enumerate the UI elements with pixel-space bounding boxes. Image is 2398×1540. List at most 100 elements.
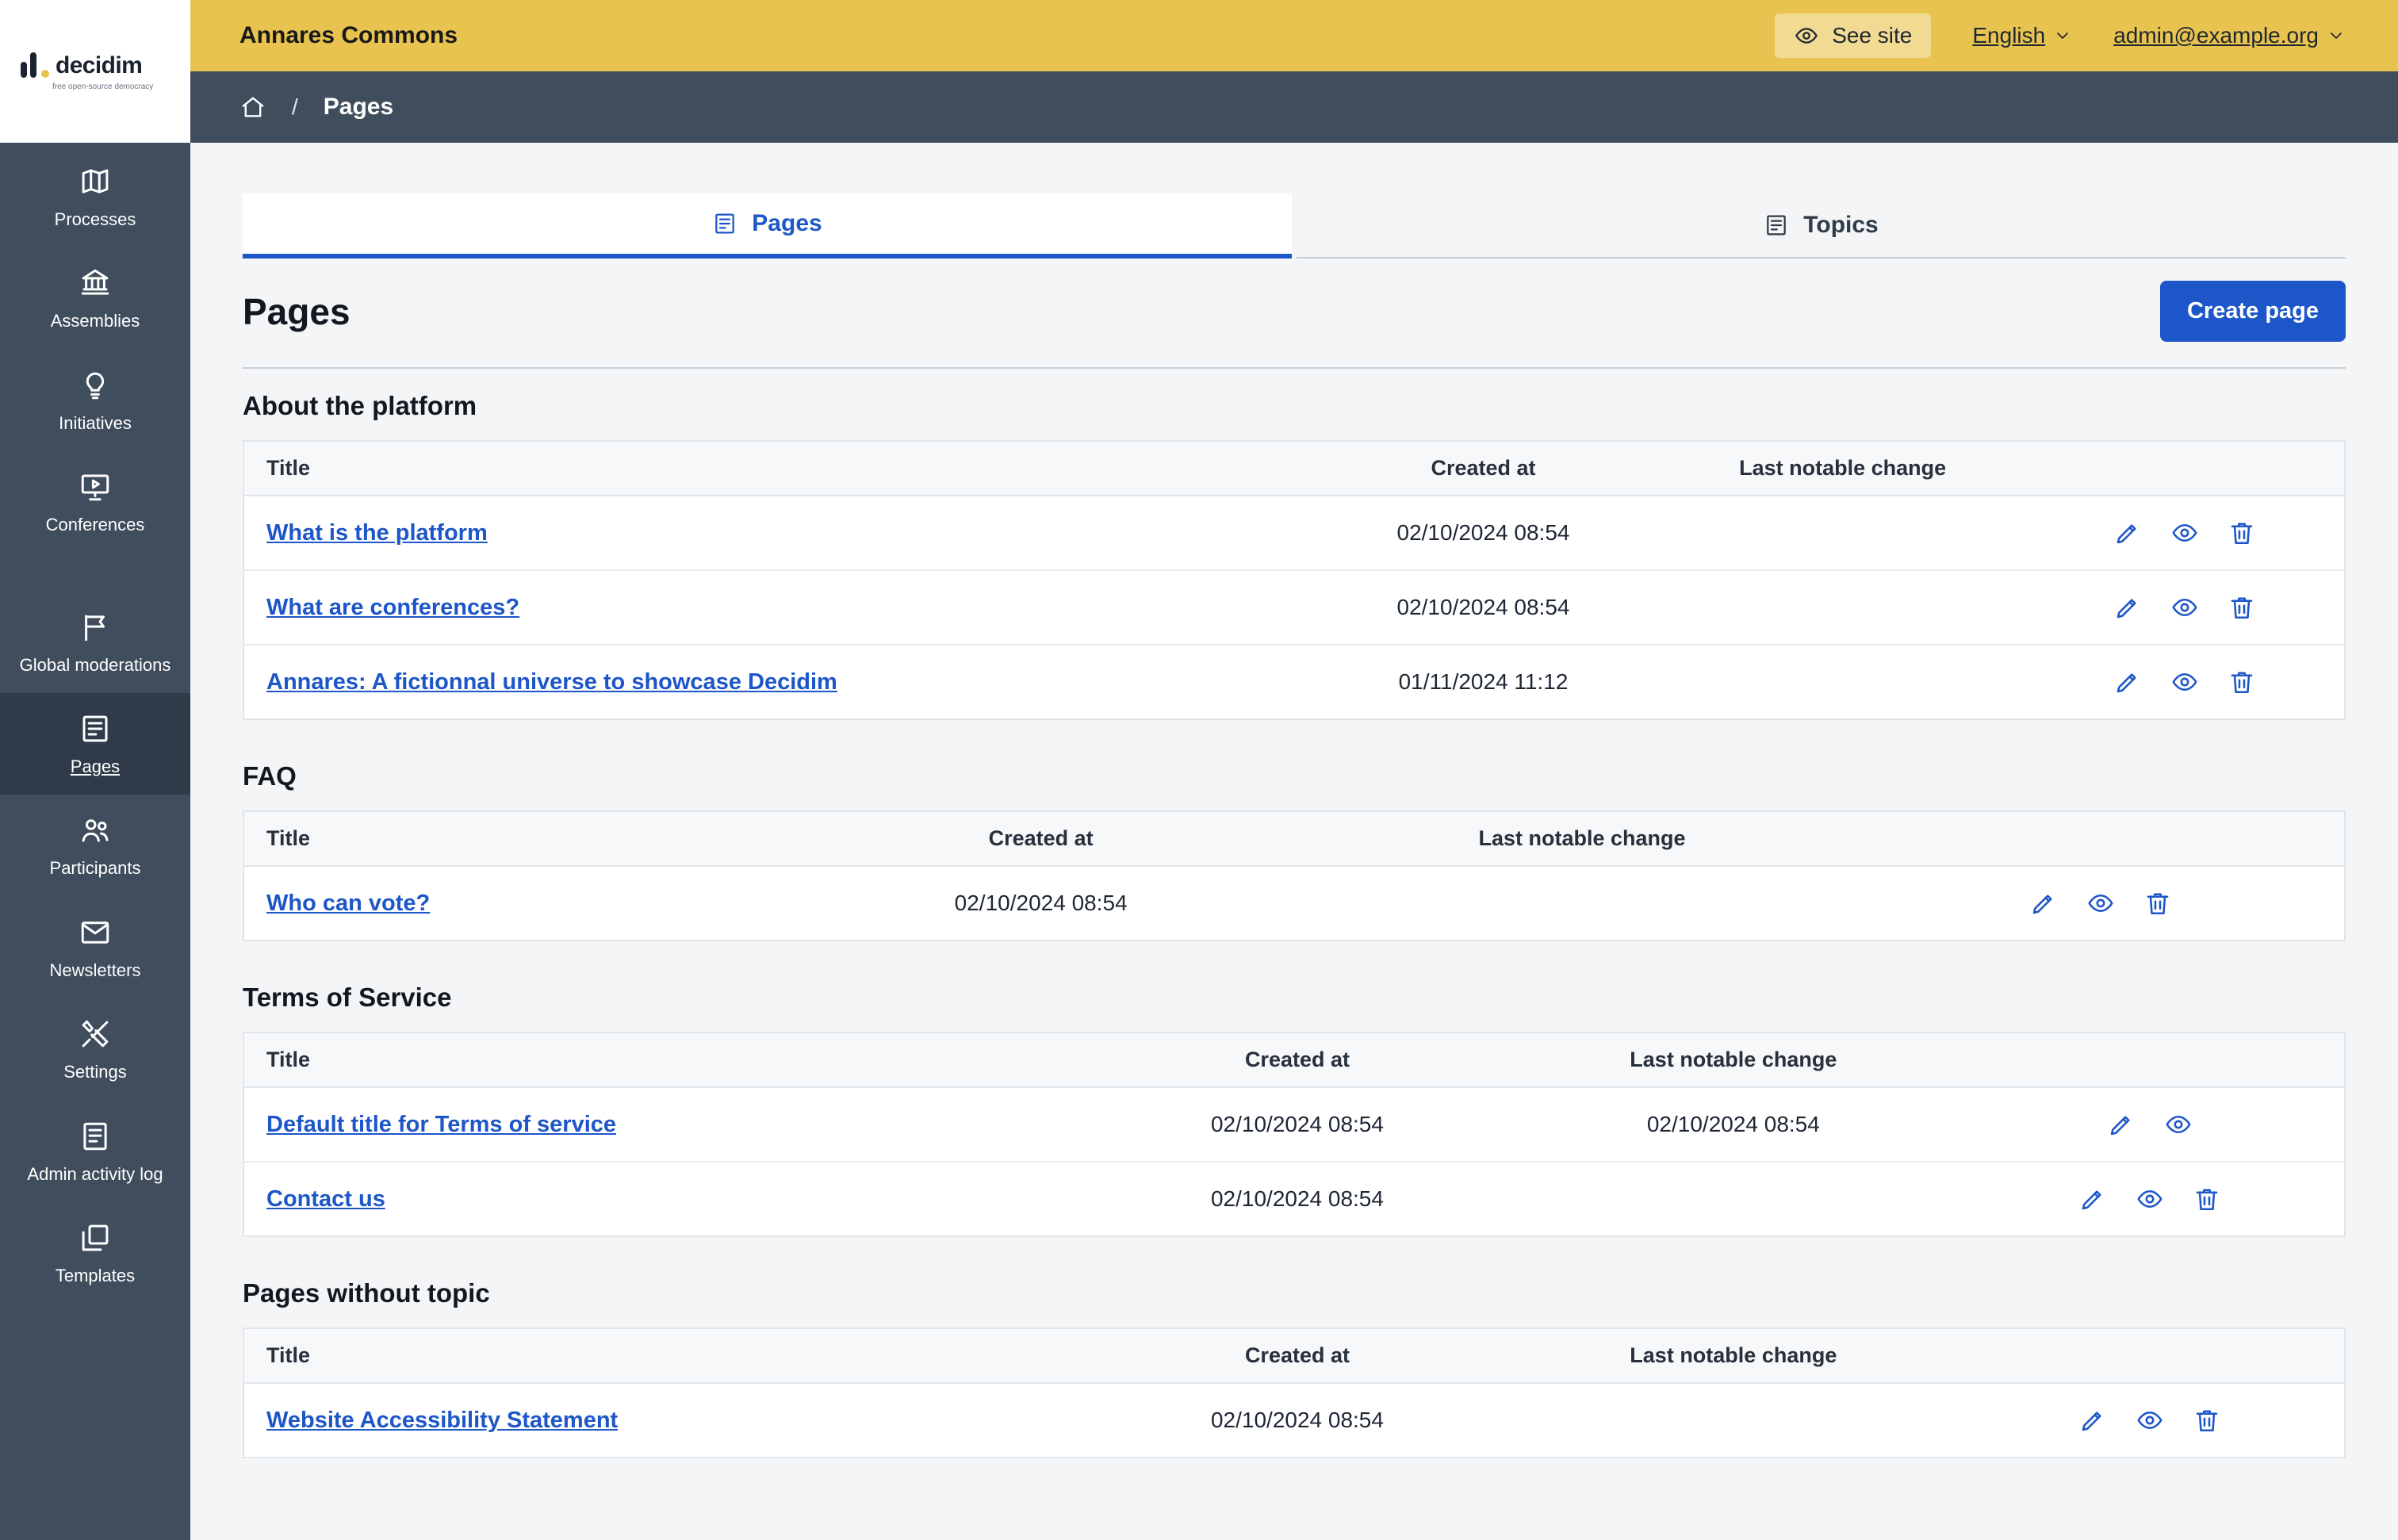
table-row: What are conferences? 02/10/2024 08:54 bbox=[243, 570, 2345, 645]
col-title: Title bbox=[243, 811, 776, 867]
col-created: Created at bbox=[775, 811, 1307, 867]
delete-button[interactable] bbox=[2224, 590, 2259, 625]
tab-pages[interactable]: Pages bbox=[243, 193, 1292, 259]
edit-button[interactable] bbox=[2075, 1403, 2110, 1438]
tab-topics[interactable]: Topics bbox=[1297, 193, 2346, 259]
preview-button[interactable] bbox=[2167, 590, 2202, 625]
sidebar-item-assemblies[interactable]: Assemblies bbox=[0, 247, 190, 349]
row-actions bbox=[1979, 1107, 2322, 1142]
preview-button[interactable] bbox=[2161, 1107, 2196, 1142]
page-title-link[interactable]: What is the platform bbox=[266, 520, 488, 546]
delete-button[interactable] bbox=[2140, 886, 2175, 921]
preview-button[interactable] bbox=[2167, 515, 2202, 550]
chevron-down-icon bbox=[2327, 26, 2346, 45]
decidim-admin-app: decidim free open-source democracy Annar… bbox=[0, 0, 2398, 1540]
title-divider bbox=[243, 367, 2346, 369]
page-title-link[interactable]: Who can vote? bbox=[266, 891, 430, 916]
templates-icon bbox=[79, 1221, 112, 1255]
main-content: Pages Topics Pages Create page About the… bbox=[190, 143, 2398, 1540]
trash-icon bbox=[2193, 1185, 2221, 1213]
delete-button[interactable] bbox=[2224, 515, 2259, 550]
language-label: English bbox=[1972, 23, 2046, 48]
created-at: 02/10/2024 08:54 bbox=[1306, 496, 1661, 571]
section-heading: About the platform bbox=[243, 391, 477, 420]
eye-icon bbox=[2136, 1406, 2164, 1435]
sidebar-item-participants[interactable]: Participants bbox=[0, 795, 190, 896]
table-row: Annares: A fictionnal universe to showca… bbox=[243, 645, 2345, 719]
trash-icon bbox=[2193, 1406, 2221, 1435]
sidebar-item-global-moderations[interactable]: Global moderations bbox=[0, 592, 190, 693]
preview-button[interactable] bbox=[2083, 886, 2118, 921]
row-actions bbox=[1979, 1182, 2322, 1216]
page-title-link[interactable]: What are conferences? bbox=[266, 595, 519, 620]
sidebar-item-newsletters[interactable]: Newsletters bbox=[0, 897, 190, 998]
sidebar-item-admin-activity-log[interactable]: Admin activity log bbox=[0, 1101, 190, 1202]
last-notable-change bbox=[1660, 570, 2026, 645]
page-title-link[interactable]: Default title for Terms of service bbox=[266, 1112, 616, 1137]
created-at: 02/10/2024 08:54 bbox=[1210, 1408, 1384, 1432]
edit-button[interactable] bbox=[2110, 515, 2145, 550]
delete-button[interactable] bbox=[2189, 1403, 2224, 1438]
sidebar-item-initiatives[interactable]: Initiatives bbox=[0, 350, 190, 451]
sidebar-item-label: Processes bbox=[54, 209, 136, 229]
language-menu[interactable]: English bbox=[1972, 23, 2072, 48]
tabs: Pages Topics bbox=[243, 193, 2346, 259]
preview-button[interactable] bbox=[2167, 665, 2202, 699]
pencil-icon bbox=[2078, 1406, 2107, 1435]
preview-button[interactable] bbox=[2132, 1182, 2167, 1216]
page-title-link[interactable]: Annares: A fictionnal universe to showca… bbox=[266, 669, 837, 695]
created-at: 02/10/2024 08:54 bbox=[954, 891, 1128, 915]
page-title-link[interactable]: Website Accessibility Statement bbox=[266, 1408, 618, 1433]
trash-icon bbox=[2143, 889, 2172, 917]
topbar-actions: See site English admin@example.org bbox=[1775, 13, 2346, 58]
sidebar-item-processes[interactable]: Processes bbox=[0, 146, 190, 247]
sidebar-item-templates[interactable]: Templates bbox=[0, 1202, 190, 1304]
decidim-logo[interactable]: decidim free open-source democracy bbox=[0, 0, 190, 143]
sidebar-item-settings[interactable]: Settings bbox=[0, 998, 190, 1100]
last-notable-change bbox=[1511, 1162, 1956, 1236]
see-site-button[interactable]: See site bbox=[1775, 13, 1932, 58]
sidebar-item-label: Global moderations bbox=[19, 654, 171, 675]
page-title: Pages bbox=[243, 290, 351, 332]
eye-icon bbox=[2164, 1110, 2193, 1139]
sidebar-item-pages[interactable]: Pages bbox=[0, 692, 190, 795]
eye-icon bbox=[2170, 593, 2199, 622]
page-title-link[interactable]: Contact us bbox=[266, 1186, 385, 1212]
col-created: Created at bbox=[1306, 441, 1661, 496]
eye-icon bbox=[2170, 519, 2199, 547]
decidim-logo-mark: decidim bbox=[21, 52, 190, 78]
last-notable-change bbox=[1660, 645, 2025, 719]
col-change: Last notable change bbox=[1660, 441, 2026, 496]
col-change: Last notable change bbox=[1306, 811, 1858, 867]
pencil-icon bbox=[2078, 1185, 2107, 1213]
site-title: Annares Commons bbox=[239, 22, 458, 48]
sidebar-item-label: Conferences bbox=[45, 515, 145, 535]
pages-icon bbox=[712, 211, 737, 236]
topics-icon bbox=[1764, 213, 1789, 238]
section-heading: FAQ bbox=[243, 761, 297, 791]
row-actions bbox=[2047, 515, 2322, 550]
col-actions bbox=[1857, 811, 2345, 867]
breadcrumb-separator: / bbox=[292, 94, 298, 119]
delete-button[interactable] bbox=[2189, 1182, 2224, 1216]
sidebar-nav: Processes Assemblies Initiatives Conference… bbox=[0, 143, 190, 1540]
sidebar-item-conferences[interactable]: Conferences bbox=[0, 451, 190, 553]
sidebar-item-label: Assemblies bbox=[50, 311, 140, 331]
row-actions bbox=[1879, 886, 2322, 921]
mail-plus-icon bbox=[79, 916, 112, 949]
preview-button[interactable] bbox=[2132, 1403, 2167, 1438]
create-page-button[interactable]: Create page bbox=[2159, 281, 2346, 342]
edit-button[interactable] bbox=[2075, 1182, 2110, 1216]
presentation-icon bbox=[79, 470, 112, 504]
account-menu[interactable]: admin@example.org bbox=[2113, 23, 2346, 48]
edit-button[interactable] bbox=[2026, 886, 2061, 921]
edit-button[interactable] bbox=[2110, 665, 2145, 699]
logo-brand-text: decidim bbox=[56, 52, 143, 79]
edit-button[interactable] bbox=[2110, 590, 2145, 625]
home-icon[interactable] bbox=[239, 94, 266, 121]
trash-icon bbox=[2228, 519, 2256, 547]
delete-button[interactable] bbox=[2224, 665, 2259, 699]
row-actions bbox=[1979, 1403, 2322, 1438]
edit-button[interactable] bbox=[2104, 1107, 2139, 1142]
col-created: Created at bbox=[1084, 1032, 1511, 1088]
